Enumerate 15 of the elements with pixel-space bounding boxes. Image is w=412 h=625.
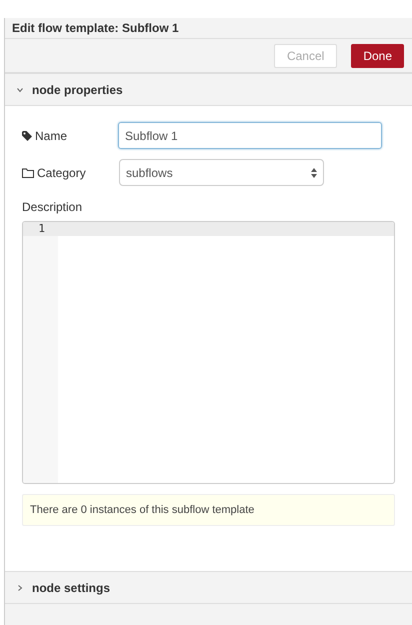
done-button[interactable]: Done	[351, 44, 404, 68]
line-number: 1	[38, 222, 45, 237]
section-header[interactable]: node properties	[5, 73, 412, 106]
category-label: Category	[37, 164, 86, 182]
name-input[interactable]: Subflow 1	[118, 122, 382, 149]
name-label: Name	[35, 128, 68, 144]
tag-icon	[22, 130, 32, 140]
info-message: There are 0 instances of this subflow template	[22, 494, 395, 526]
code-editor[interactable]: 1	[22, 221, 395, 484]
description-label: Description	[22, 199, 82, 216]
window-title: Edit flow template: Subflow 1	[5, 18, 412, 39]
section-header[interactable]: node settings	[5, 571, 412, 604]
sort-arrows-icon	[311, 168, 317, 178]
folder-icon	[22, 168, 34, 178]
category-select[interactable]: subflows	[119, 159, 324, 186]
